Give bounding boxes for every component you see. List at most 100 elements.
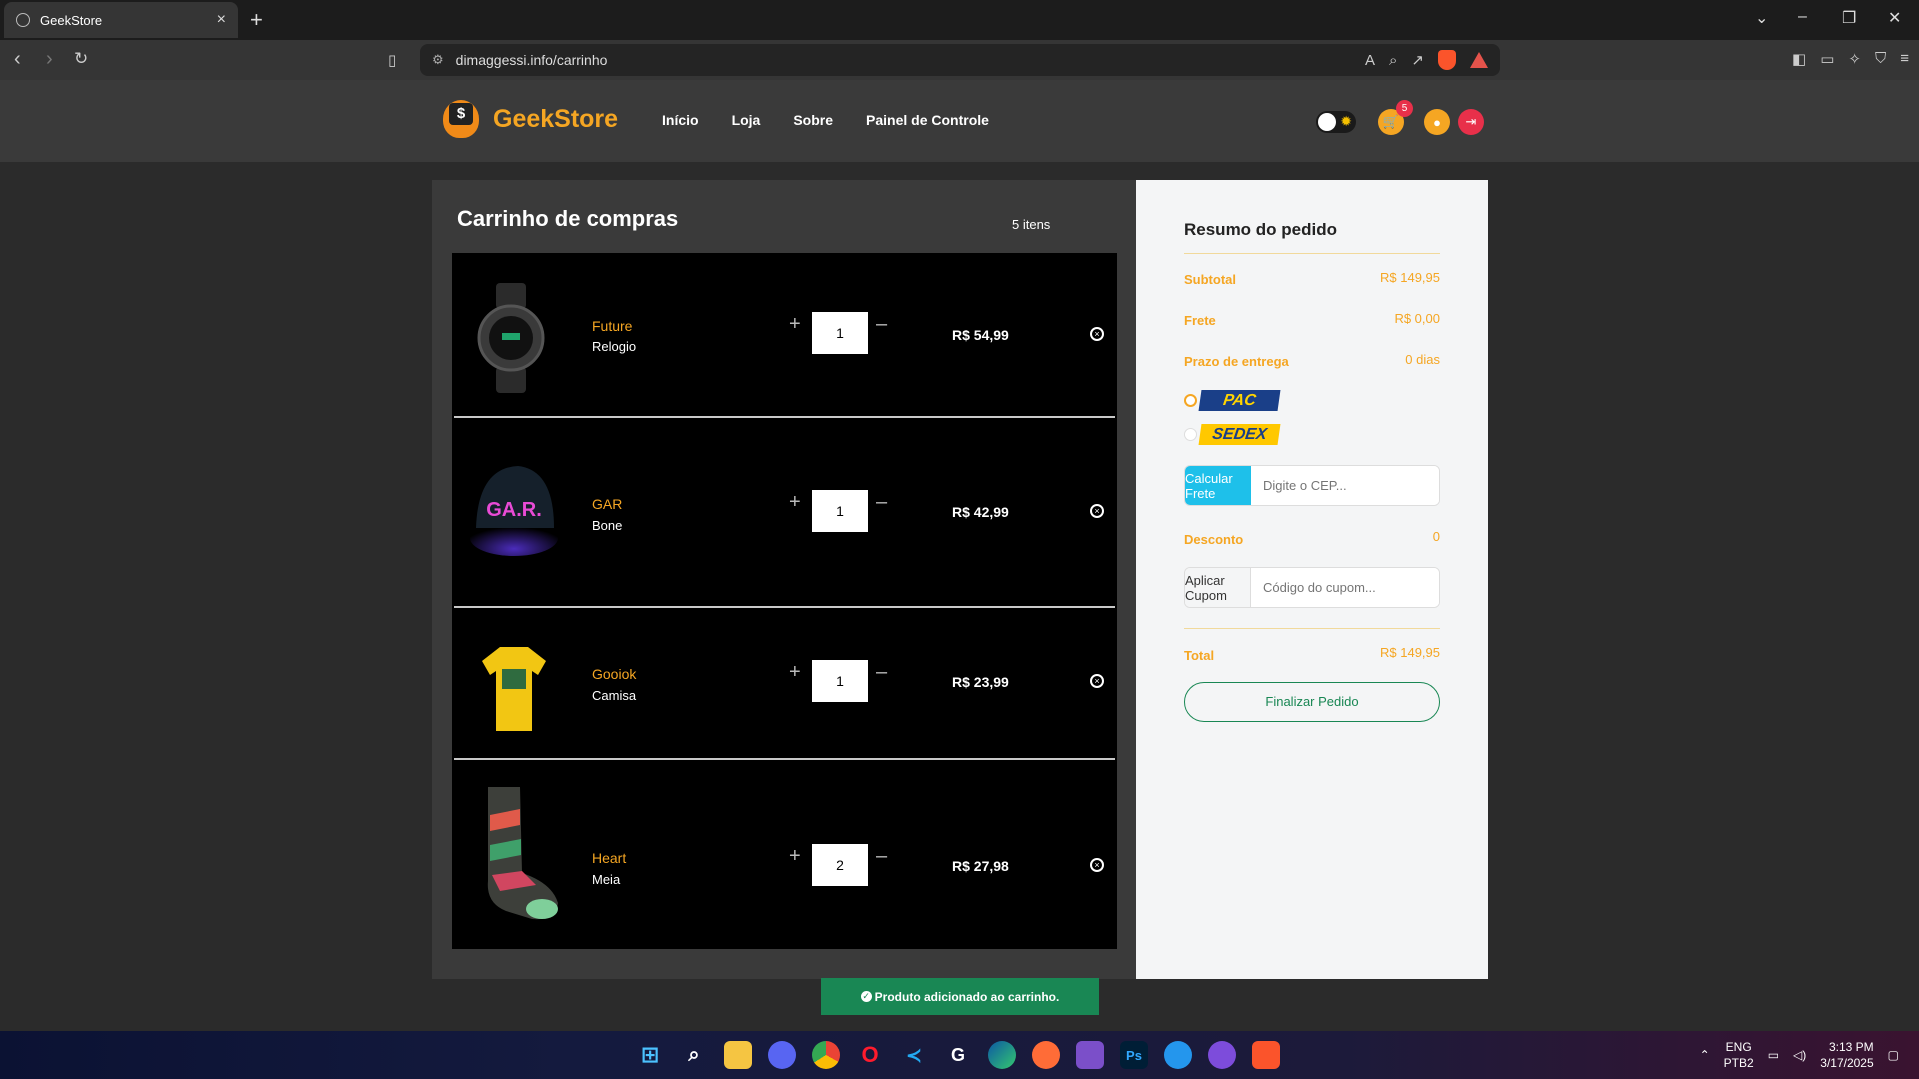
product-price: R$ 23,99 [952,674,1009,690]
file-explorer-icon[interactable] [724,1041,752,1069]
product-price: R$ 27,98 [952,858,1009,874]
chrome-icon[interactable] [812,1041,840,1069]
edge-icon[interactable] [988,1041,1016,1069]
bookmark-icon[interactable]: ▯ [388,50,396,72]
forward-icon[interactable]: › [46,48,53,70]
language-indicator[interactable]: ENG PTB2 [1724,1039,1754,1071]
quantity-field[interactable]: 1 [812,490,868,532]
cart-item-count: 5 itens [1012,217,1051,232]
nav-loja[interactable]: Loja [732,112,761,128]
decrease-qty-icon[interactable]: – [876,491,887,514]
increase-qty-icon[interactable]: + [789,845,801,868]
apply-coupon-button[interactable]: Aplicar Cupom [1185,568,1251,607]
remove-item-icon[interactable]: × [1090,327,1104,341]
coupon-group: Aplicar Cupom [1184,567,1440,608]
tray-expand-icon[interactable]: ⌃ [1700,1048,1710,1062]
product-category: Bone [592,518,623,533]
window-close-icon[interactable]: ✕ [1888,8,1901,28]
address-bar[interactable]: ⚙ dimaggessi.info/carrinho A ⌕ ↗ [420,44,1500,76]
discord-icon[interactable] [768,1041,796,1069]
increase-qty-icon[interactable]: + [789,491,801,514]
photoshop-icon[interactable]: Ps [1120,1041,1148,1069]
translate-icon[interactable]: A [1365,52,1375,69]
cart-list: Future Relogio + 1 – R$ 54,99 × GA.R. GA… [452,253,1117,949]
nav-painel[interactable]: Painel de Controle [866,112,989,128]
increase-qty-icon[interactable]: + [789,661,801,684]
leo-ai-icon[interactable]: ✧ [1848,50,1861,68]
pac-logo: PAC [1198,390,1281,411]
notification-icon[interactable]: ▢ [1888,1048,1899,1062]
quantity-field[interactable]: 2 [812,844,868,886]
nav-inicio[interactable]: Início [662,112,699,128]
visual-studio-icon[interactable] [1076,1041,1104,1069]
logout-button[interactable]: ⇥ [1458,109,1484,135]
site-logo[interactable]: GeekStore [443,100,618,138]
minimize-icon[interactable]: – [1798,8,1807,26]
browser-tab[interactable]: GeekStore × [4,2,238,38]
quantity-field[interactable]: 1 [812,660,868,702]
watch-image [477,283,545,393]
github-icon[interactable]: G [944,1041,972,1069]
reload-icon[interactable]: ↻ [74,48,88,70]
clock[interactable]: 3:13 PM 3/17/2025 [1820,1039,1873,1071]
decrease-qty-icon[interactable]: – [876,661,887,684]
quantity-field[interactable]: 1 [812,312,868,354]
volume-icon[interactable]: ◁) [1793,1048,1806,1062]
remove-item-icon[interactable]: × [1090,674,1104,688]
start-icon[interactable]: ⊞ [636,1041,664,1069]
close-tab-icon[interactable]: × [217,11,226,29]
total-value: R$ 149,95 [1380,645,1440,660]
cart-item: Future Relogio + 1 – R$ 54,99 × [454,253,1115,416]
wallet-icon[interactable]: ▭ [1820,50,1834,68]
calc-shipping-button[interactable]: Calcular Frete [1185,466,1251,505]
increase-qty-icon[interactable]: + [789,313,801,336]
brave-taskbar-icon[interactable] [1252,1041,1280,1069]
tor-icon[interactable] [1208,1041,1236,1069]
cart-panel: Carrinho de compras 5 itens Future Relog… [432,180,1136,979]
logo-icon [443,100,479,138]
remove-item-icon[interactable]: × [1090,858,1104,872]
brave-rewards-icon[interactable] [1470,52,1488,68]
restore-icon[interactable]: ❐ [1842,8,1856,28]
sidebar-icon[interactable]: ◧ [1792,50,1806,68]
sedex-logo: SEDEX [1198,424,1281,445]
zoom-icon[interactable]: ⌕ [1389,52,1397,69]
cart-icon: 🛒 [1382,114,1400,129]
shipping-option-pac[interactable]: PAC [1184,390,1281,411]
docker-icon[interactable] [1164,1041,1192,1069]
os-taskbar: ⊞ ⌕ O ≺ G Ps ⌃ ENG PTB2 ▭ ◁) 3:13 PM 3/1… [0,1031,1919,1079]
shipping-label: Frete [1184,313,1216,328]
remove-item-icon[interactable]: × [1090,504,1104,518]
tshirt-image [482,647,546,731]
new-tab-icon[interactable]: + [250,7,263,33]
decrease-qty-icon[interactable]: – [876,845,887,868]
tab-title: GeekStore [40,12,103,28]
theme-toggle[interactable]: ✹ [1316,111,1356,133]
product-price: R$ 54,99 [952,327,1009,343]
nav-sobre[interactable]: Sobre [793,112,833,128]
total-label: Total [1184,648,1215,663]
shipping-option-sedex[interactable]: SEDEX [1184,424,1281,445]
share-icon[interactable]: ↗ [1411,51,1424,69]
network-icon[interactable]: ▭ [1768,1048,1779,1062]
back-icon[interactable]: ‹ [14,48,21,70]
tab-list-icon[interactable]: ⌄ [1755,8,1768,28]
pac-radio[interactable] [1184,394,1197,407]
menu-icon[interactable]: ≡ [1900,50,1909,68]
toast-notification: ✓ Produto adicionado ao carrinho. [821,978,1099,1015]
brave-shields-icon[interactable] [1438,50,1456,70]
search-icon[interactable]: ⌕ [680,1041,708,1069]
finish-order-button[interactable]: Finalizar Pedido [1184,682,1440,722]
sedex-radio[interactable] [1184,428,1197,441]
cep-input[interactable] [1251,466,1439,505]
postman-icon[interactable] [1032,1041,1060,1069]
sun-icon: ✹ [1340,113,1352,129]
vpn-icon[interactable]: ⛉ [1875,50,1886,68]
vscode-icon[interactable]: ≺ [900,1041,928,1069]
coupon-input[interactable] [1251,568,1439,607]
decrease-qty-icon[interactable]: – [876,313,887,336]
opera-icon[interactable]: O [856,1041,884,1069]
cart-button[interactable]: 🛒 5 [1378,100,1413,135]
user-button[interactable]: ● [1424,109,1450,135]
site-settings-icon[interactable]: ⚙ [432,52,444,68]
